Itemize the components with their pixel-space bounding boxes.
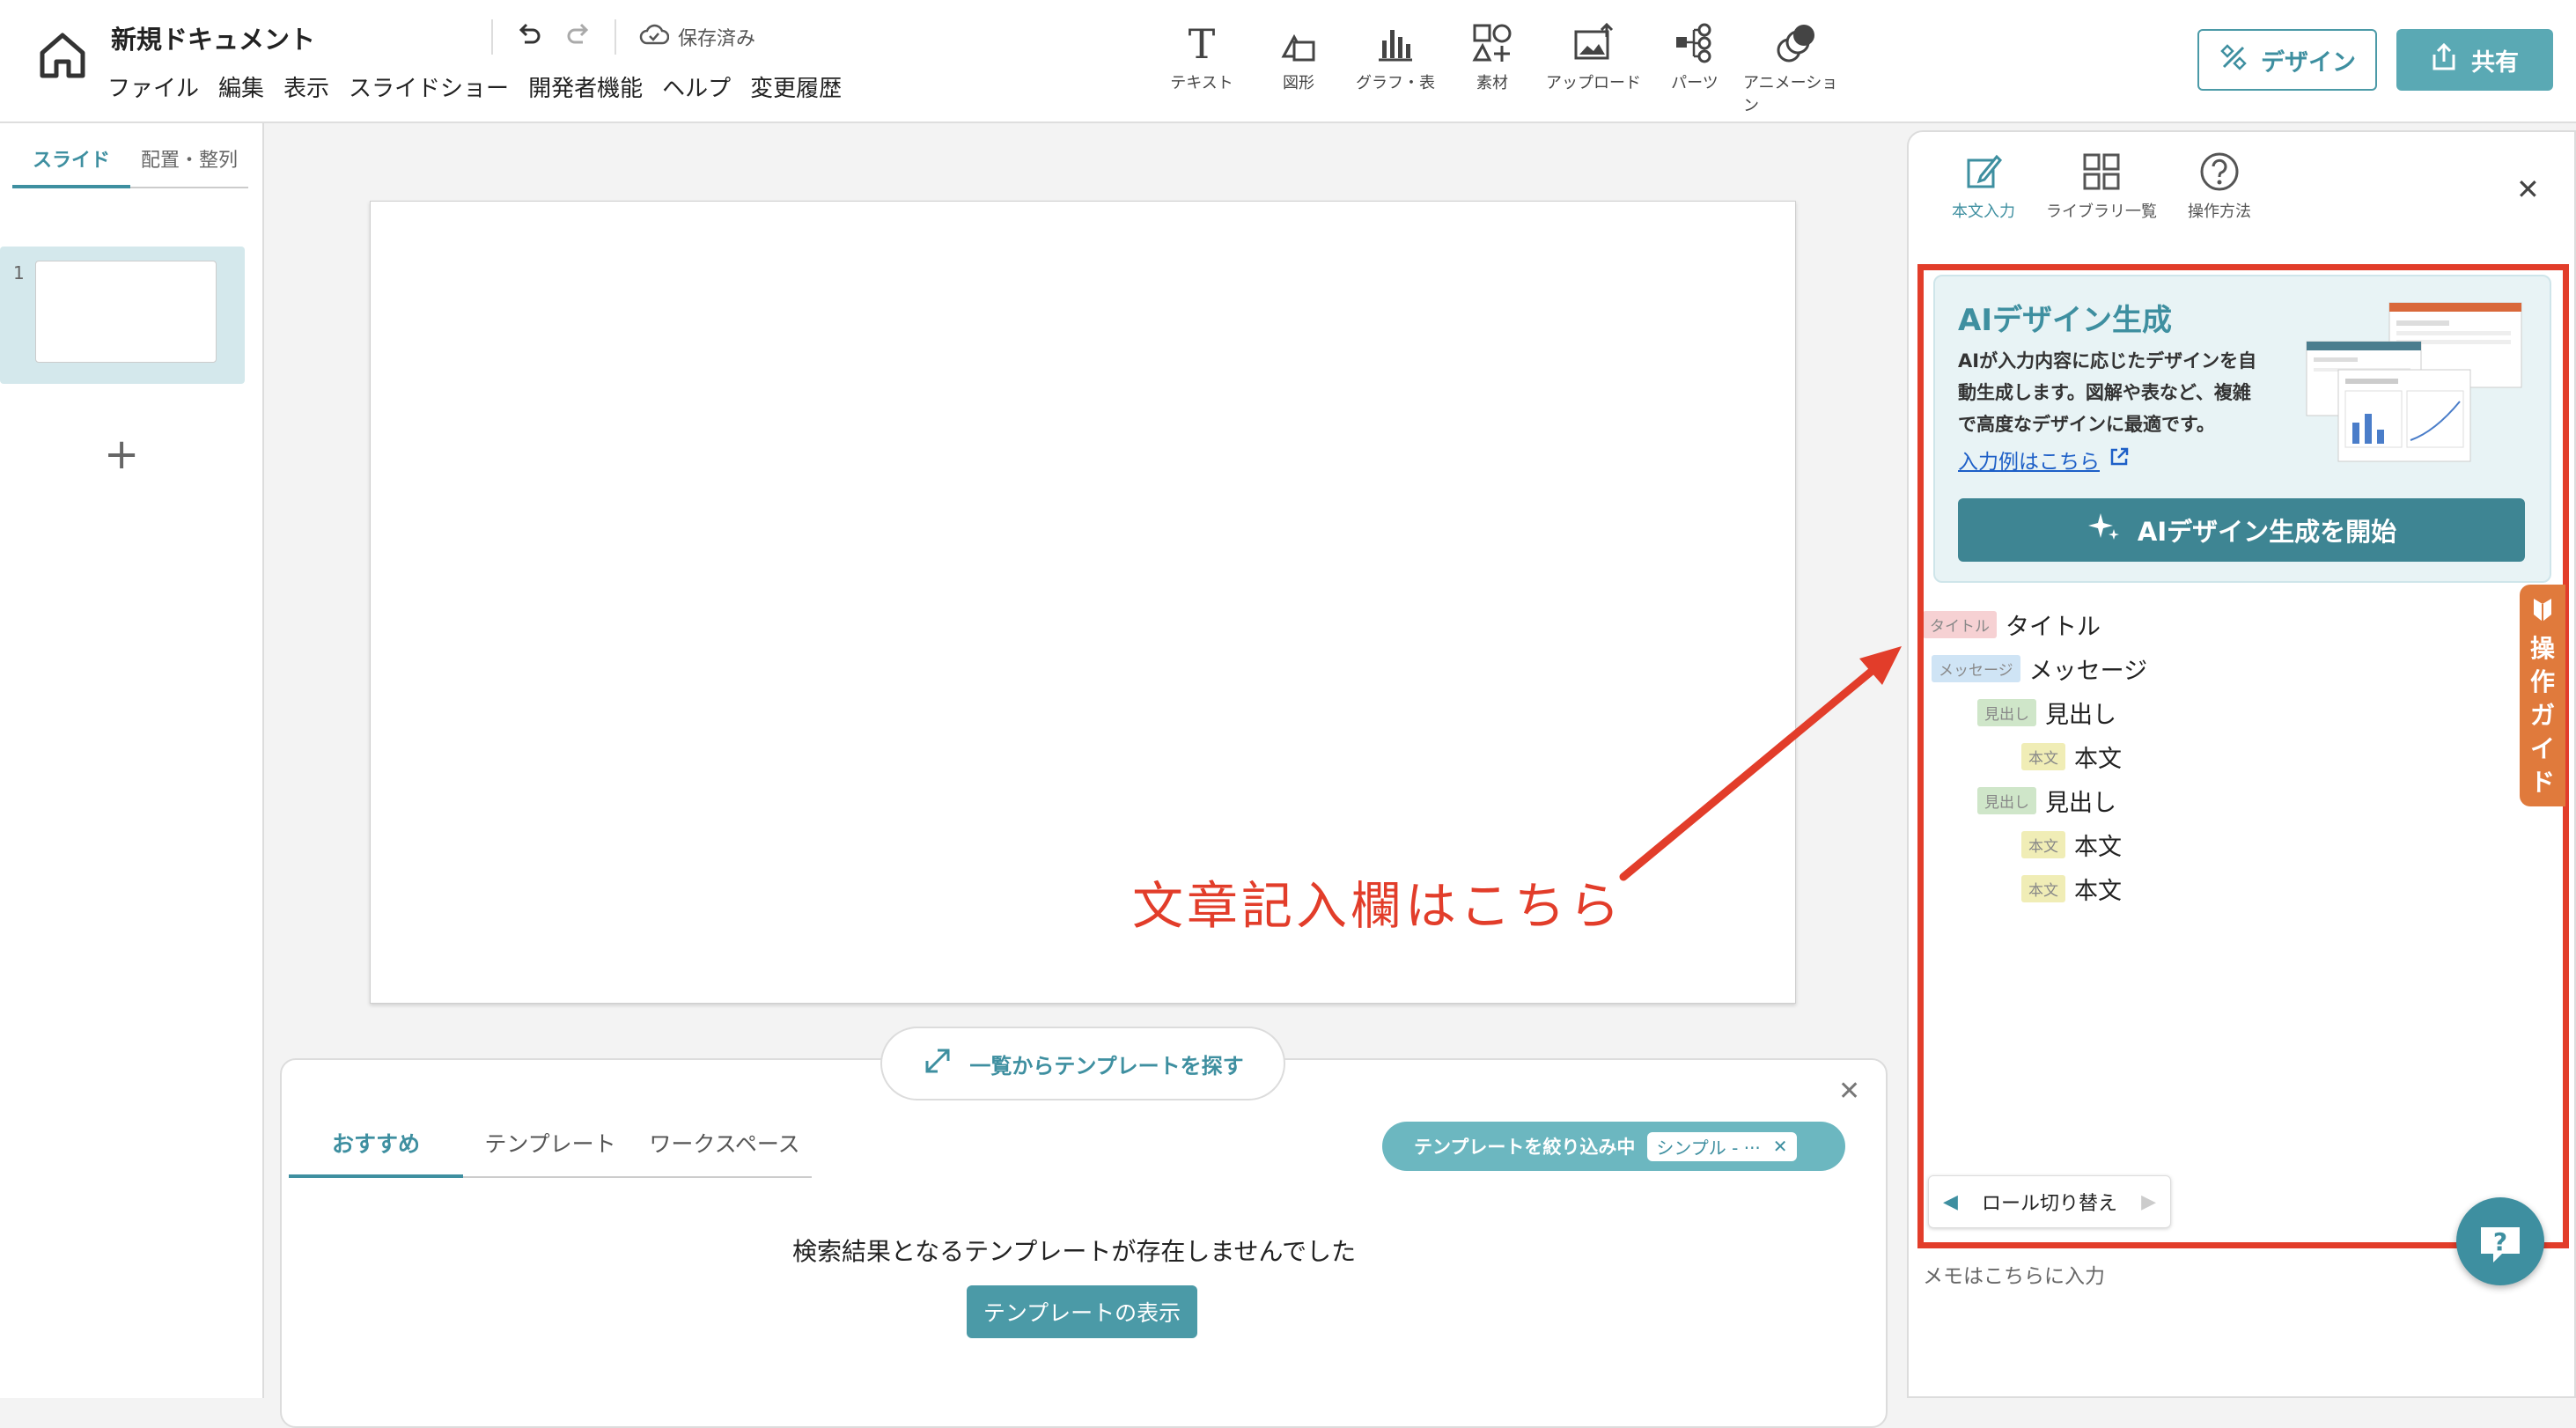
share-icon xyxy=(2431,42,2457,78)
no-result-message: 検索結果となるテンプレートが存在しませんでした xyxy=(792,1237,1357,1266)
grid-icon xyxy=(2083,153,2120,190)
animation-icon xyxy=(1777,25,1814,63)
chat-question-icon: ? xyxy=(2481,1227,2520,1262)
template-tabs: おすすめ テンプレート ワークスペース xyxy=(289,1116,812,1178)
redo-icon[interactable] xyxy=(565,21,592,53)
template-filter[interactable]: テンプレートを絞り込み中 シンプル - ··· ✕ xyxy=(1382,1122,1845,1171)
chart-icon xyxy=(1379,30,1412,62)
design-button[interactable]: デザイン xyxy=(2197,29,2377,91)
svg-text:?: ? xyxy=(2493,1227,2507,1256)
menu-help[interactable]: ヘルプ xyxy=(662,70,731,103)
tab-label: 本文入力 xyxy=(1952,202,2015,221)
tab-label: ライブラリ一覧 xyxy=(2046,202,2157,221)
tool-shape[interactable]: 図形 xyxy=(1250,21,1347,116)
svg-text:T: T xyxy=(1189,21,1216,65)
design-button-label: デザイン xyxy=(2261,48,2356,77)
close-icon[interactable]: ✕ xyxy=(1838,1076,1860,1107)
add-slide-button[interactable]: + xyxy=(104,433,139,475)
annotation-text: 文章記入欄はこちら xyxy=(1132,876,1624,936)
tab-workspace[interactable]: ワークスペース xyxy=(637,1116,812,1176)
menu-history[interactable]: 変更履歴 xyxy=(750,70,842,103)
menu-slideshow[interactable]: スライドショー xyxy=(349,70,509,103)
tab-text-input[interactable]: 本文入力 xyxy=(1925,150,2042,222)
beginner-mark-icon xyxy=(2532,597,2553,632)
tab-slides[interactable]: スライド xyxy=(12,139,130,188)
tool-label: パーツ xyxy=(1671,74,1719,92)
menu-developer[interactable]: 開発者機能 xyxy=(528,70,643,103)
tab-label: 操作方法 xyxy=(2188,202,2251,221)
tab-arrange[interactable]: 配置・整列 xyxy=(130,139,248,187)
menu-bar: ファイル 編集 表示 スライドショー 開発者機能 ヘルプ 変更履歴 xyxy=(107,70,842,103)
slide-number: 1 xyxy=(13,262,25,283)
operation-guide-tab[interactable]: 操 作 ガ イ ド xyxy=(2520,585,2565,806)
cloud-check-icon xyxy=(639,23,670,51)
text-icon: T xyxy=(1189,21,1216,65)
expand-icon xyxy=(922,1045,953,1082)
save-status-text: 保存済み xyxy=(678,28,756,50)
filter-label: テンプレートを絞り込み中 xyxy=(1414,1137,1636,1158)
close-icon[interactable]: ✕ xyxy=(2516,173,2540,206)
slide-thumbnail[interactable] xyxy=(35,261,217,363)
menu-view[interactable]: 表示 xyxy=(283,70,329,103)
share-button-label: 共有 xyxy=(2471,48,2519,77)
parts-icon xyxy=(1676,23,1711,63)
edit-icon xyxy=(1967,154,2003,188)
browse-templates-button[interactable]: 一覧からテンプレートを探す xyxy=(880,1027,1285,1100)
tab-help[interactable]: 操作方法 xyxy=(2160,150,2278,222)
tab-templates[interactable]: テンプレート xyxy=(463,1116,637,1176)
tool-label: テキスト xyxy=(1170,74,1233,92)
menu-file[interactable]: ファイル xyxy=(107,70,199,103)
shape-icon xyxy=(1281,33,1315,62)
tool-label: 図形 xyxy=(1283,74,1314,92)
divider xyxy=(491,19,493,55)
tool-label: アニメーション xyxy=(1743,74,1838,115)
tool-material[interactable]: 素材 xyxy=(1444,21,1541,116)
right-panel-tabs: 本文入力 ライブラリ一覧 操作方法 xyxy=(1925,150,2278,222)
guide-char: 作 xyxy=(2529,667,2555,696)
save-status: 保存済み xyxy=(639,23,755,51)
design-icon xyxy=(2219,42,2248,78)
divider xyxy=(615,19,616,55)
tool-upload[interactable]: アップロード xyxy=(1541,21,1646,116)
show-templates-button[interactable]: テンプレートの表示 xyxy=(967,1285,1197,1338)
insert-toolbar: T テキスト 図形 グラフ・表 素材 アップロード パーツ アニメーション xyxy=(1153,21,1849,116)
guide-char: 操 xyxy=(2529,634,2555,663)
undo-icon[interactable] xyxy=(516,21,542,53)
home-icon[interactable] xyxy=(33,26,92,85)
menu-edit[interactable]: 編集 xyxy=(218,70,264,103)
memo-input[interactable]: メモはこちらに入力 xyxy=(1923,1259,2105,1289)
tool-text[interactable]: T テキスト xyxy=(1153,21,1250,116)
annotation-highlight-box xyxy=(1917,264,2569,1248)
tool-label: 素材 xyxy=(1476,74,1508,92)
tool-label: アップロード xyxy=(1546,74,1641,92)
history-controls: 保存済み xyxy=(491,18,755,56)
filter-chip[interactable]: シンプル - ··· ✕ xyxy=(1647,1131,1797,1161)
document-title[interactable]: 新規ドキュメント xyxy=(111,19,315,56)
guide-char: イ xyxy=(2529,734,2555,763)
tab-recommended[interactable]: おすすめ xyxy=(289,1116,463,1178)
tool-chart[interactable]: グラフ・表 xyxy=(1347,21,1444,116)
chat-help-button[interactable]: ? xyxy=(2456,1197,2544,1285)
tab-library[interactable]: ライブラリ一覧 xyxy=(2042,150,2160,222)
guide-char: ド xyxy=(2529,768,2555,797)
tool-animation[interactable]: アニメーション xyxy=(1743,21,1849,116)
upload-image-icon xyxy=(1574,22,1614,60)
help-icon xyxy=(2200,152,2239,191)
left-panel-tabs: スライド 配置・整列 xyxy=(12,139,248,188)
close-icon[interactable]: ✕ xyxy=(1773,1136,1788,1157)
material-icon xyxy=(1472,24,1512,62)
filter-value: シンプル - ··· xyxy=(1656,1137,1761,1159)
tool-label: グラフ・表 xyxy=(1356,74,1435,92)
tool-parts[interactable]: パーツ xyxy=(1646,21,1743,116)
browse-templates-label: 一覧からテンプレートを探す xyxy=(969,1053,1244,1078)
annotation-arrow xyxy=(1619,646,1902,881)
share-button[interactable]: 共有 xyxy=(2396,29,2553,91)
guide-char: ガ xyxy=(2529,701,2555,730)
